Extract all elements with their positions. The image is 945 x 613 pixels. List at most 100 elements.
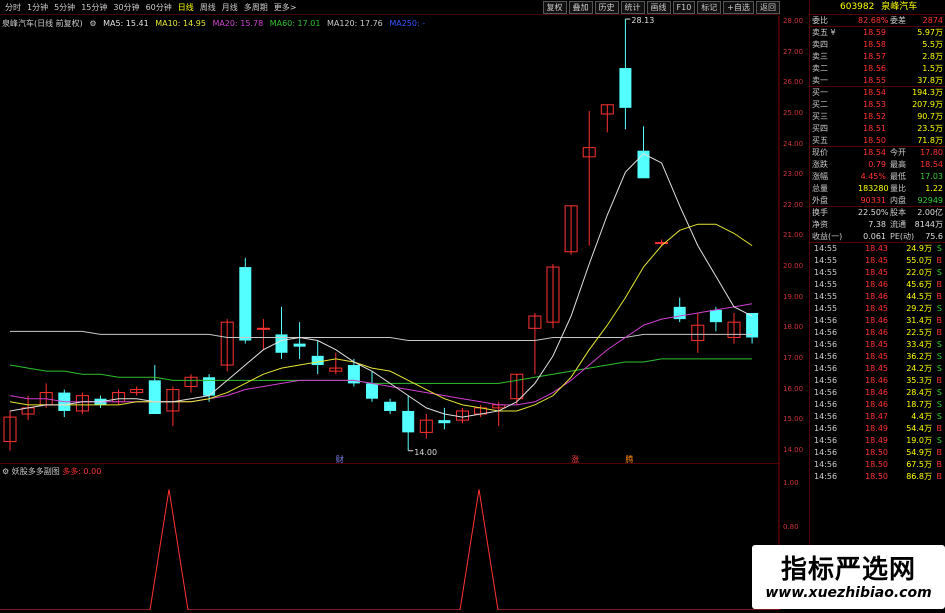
tick-side: B — [936, 460, 943, 469]
tick-row: 14:55 18.46 45.6万 B — [810, 279, 945, 291]
tick-row: 14:56 18.50 67.5万 B — [810, 459, 945, 471]
tick-time: 14:55 — [814, 268, 838, 277]
tick-side: S — [936, 304, 942, 313]
order-book-row: 买二 18.53 207.9万 — [810, 99, 945, 111]
tick-price: 18.43 — [865, 244, 888, 253]
sub-chart[interactable] — [0, 463, 780, 611]
tick-price: 18.50 — [865, 472, 888, 481]
tick-price: 18.46 — [865, 328, 888, 337]
level-volume: 5.97万 — [917, 28, 943, 37]
tick-price: 18.49 — [865, 436, 888, 445]
candle-down — [384, 401, 397, 411]
tick-volume: 44.5万 — [906, 292, 932, 301]
tick-time: 14:55 — [814, 280, 838, 289]
level-label: 卖三 — [812, 52, 828, 61]
tick-volume: 22.5万 — [906, 328, 932, 337]
tick-price: 18.47 — [865, 412, 888, 421]
event-marker[interactable]: 财 — [336, 454, 344, 463]
toolbar-button[interactable]: 返回 — [756, 1, 780, 14]
toolbar-button[interactable]: +自选 — [723, 1, 754, 14]
tick-price: 18.45 — [865, 256, 888, 265]
gear-icon[interactable]: ⚙ — [89, 19, 96, 28]
toolbar-button[interactable]: 历史 — [594, 1, 619, 14]
tick-volume: 33.4万 — [906, 340, 932, 349]
toolbar-button[interactable]: 叠加 — [568, 1, 593, 14]
candle-down — [673, 306, 686, 320]
toolbar-button[interactable]: 画线 — [646, 1, 671, 14]
stat-value: 75.6 — [925, 232, 943, 241]
stat-value: 90331 — [860, 196, 886, 205]
level-price: 18.58 — [863, 40, 886, 49]
stat-label: PE(动) — [890, 232, 915, 241]
tick-time: 14:56 — [814, 376, 838, 385]
stat-label: 最低 — [890, 172, 906, 181]
stat-value: 7.38 — [868, 220, 886, 229]
level-label: 卖四 — [812, 40, 828, 49]
tick-price: 18.45 — [865, 268, 888, 277]
order-book-row: 卖二 18.56 1.5万 — [810, 63, 945, 75]
level-price: 18.57 — [863, 52, 886, 61]
candle-down — [619, 68, 632, 108]
tab-period[interactable]: 周线 — [197, 2, 219, 13]
sub-svg — [0, 464, 780, 611]
tab-period[interactable]: 60分钟 — [143, 2, 175, 13]
axis-tick-label: 27.00 — [783, 47, 804, 56]
tick-row: 14:56 18.50 86.8万 B — [810, 471, 945, 483]
toolbar-button[interactable]: 统计 — [620, 1, 645, 14]
stat-row: 现价 18.54 今开 17.80 — [810, 147, 945, 159]
stat-label: 涨跌 — [812, 160, 828, 169]
kline-chart[interactable]: 28.13 14.00 财 涨 腾 — [0, 16, 780, 463]
level-volume: 194.3万 — [912, 88, 943, 97]
tick-time: 14:56 — [814, 472, 838, 481]
tick-time: 14:56 — [814, 340, 838, 349]
order-book-row: 买五 18.50 71.8万 — [810, 135, 945, 147]
toolbar-button[interactable]: 复权 — [542, 1, 567, 14]
tick-volume: 55.0万 — [906, 256, 932, 265]
tick-price: 18.46 — [865, 280, 888, 289]
tab-period[interactable]: 更多> — [271, 2, 300, 13]
tab-period[interactable]: 15分钟 — [78, 2, 110, 13]
level-volume: 23.5万 — [917, 124, 943, 133]
tab-period[interactable]: 月线 — [219, 2, 241, 13]
ma250-label: MA250: - — [389, 19, 426, 28]
tab-period[interactable]: 日线 — [175, 2, 197, 13]
candle-down — [438, 420, 451, 424]
tab-period[interactable]: 5分钟 — [51, 2, 78, 13]
tab-period[interactable]: 多周期 — [241, 2, 271, 13]
level-price: 18.59 — [863, 28, 886, 37]
stat-row: 涨幅 4.45% 最低 17.03 — [810, 171, 945, 183]
level-label: 买五 — [812, 136, 828, 145]
tick-time: 14:56 — [814, 364, 838, 373]
stat-value: 2.00亿 — [917, 208, 943, 217]
tick-side: S — [936, 364, 942, 373]
toolbar-button[interactable]: 标记 — [697, 1, 722, 14]
ma5-label: MA5: 15.41 — [103, 19, 149, 28]
tab-period[interactable]: 30分钟 — [110, 2, 142, 13]
tick-volume: 29.2万 — [906, 304, 932, 313]
quote-panel: 603982 泉峰汽车 委比 82.68% 委差 2874 卖五 ¥ 18.59 5.97万… — [809, 0, 945, 609]
tick-side: S — [936, 436, 942, 445]
ma20-label: MA20: 15.78 — [212, 19, 264, 28]
tab-period[interactable]: 1分钟 — [24, 2, 51, 13]
event-marker[interactable]: 涨 — [571, 454, 579, 463]
gear-icon[interactable]: ⚙ — [2, 467, 9, 476]
level-volume: 90.7万 — [917, 112, 943, 121]
tick-volume: 19.0万 — [906, 436, 932, 445]
stat-label: 外盘 — [812, 196, 828, 205]
toolbar-button[interactable]: F10 — [672, 1, 696, 14]
watermark-title: 指标严选网 — [780, 555, 916, 585]
stat-value: 0.79 — [868, 160, 886, 169]
sub-title: 妖股多多副图 — [11, 467, 60, 476]
event-marker[interactable]: 腾 — [625, 454, 633, 463]
tick-side: S — [936, 388, 942, 397]
tick-row: 14:56 18.45 24.2万 S — [810, 363, 945, 375]
axis-tick-label: 17.00 — [783, 353, 804, 362]
tab-period[interactable]: 分时 — [2, 2, 24, 13]
tick-side: S — [936, 400, 942, 409]
stat-label: 内盘 — [890, 196, 906, 205]
stat-label: 股本 — [890, 208, 906, 217]
watermark: 指标严选网 www.xuezhibiao.com — [752, 545, 945, 609]
stat-row: 总量 183280 量比 1.22 — [810, 183, 945, 195]
level-volume: 5.5万 — [922, 40, 943, 49]
tick-side: B — [936, 256, 943, 265]
